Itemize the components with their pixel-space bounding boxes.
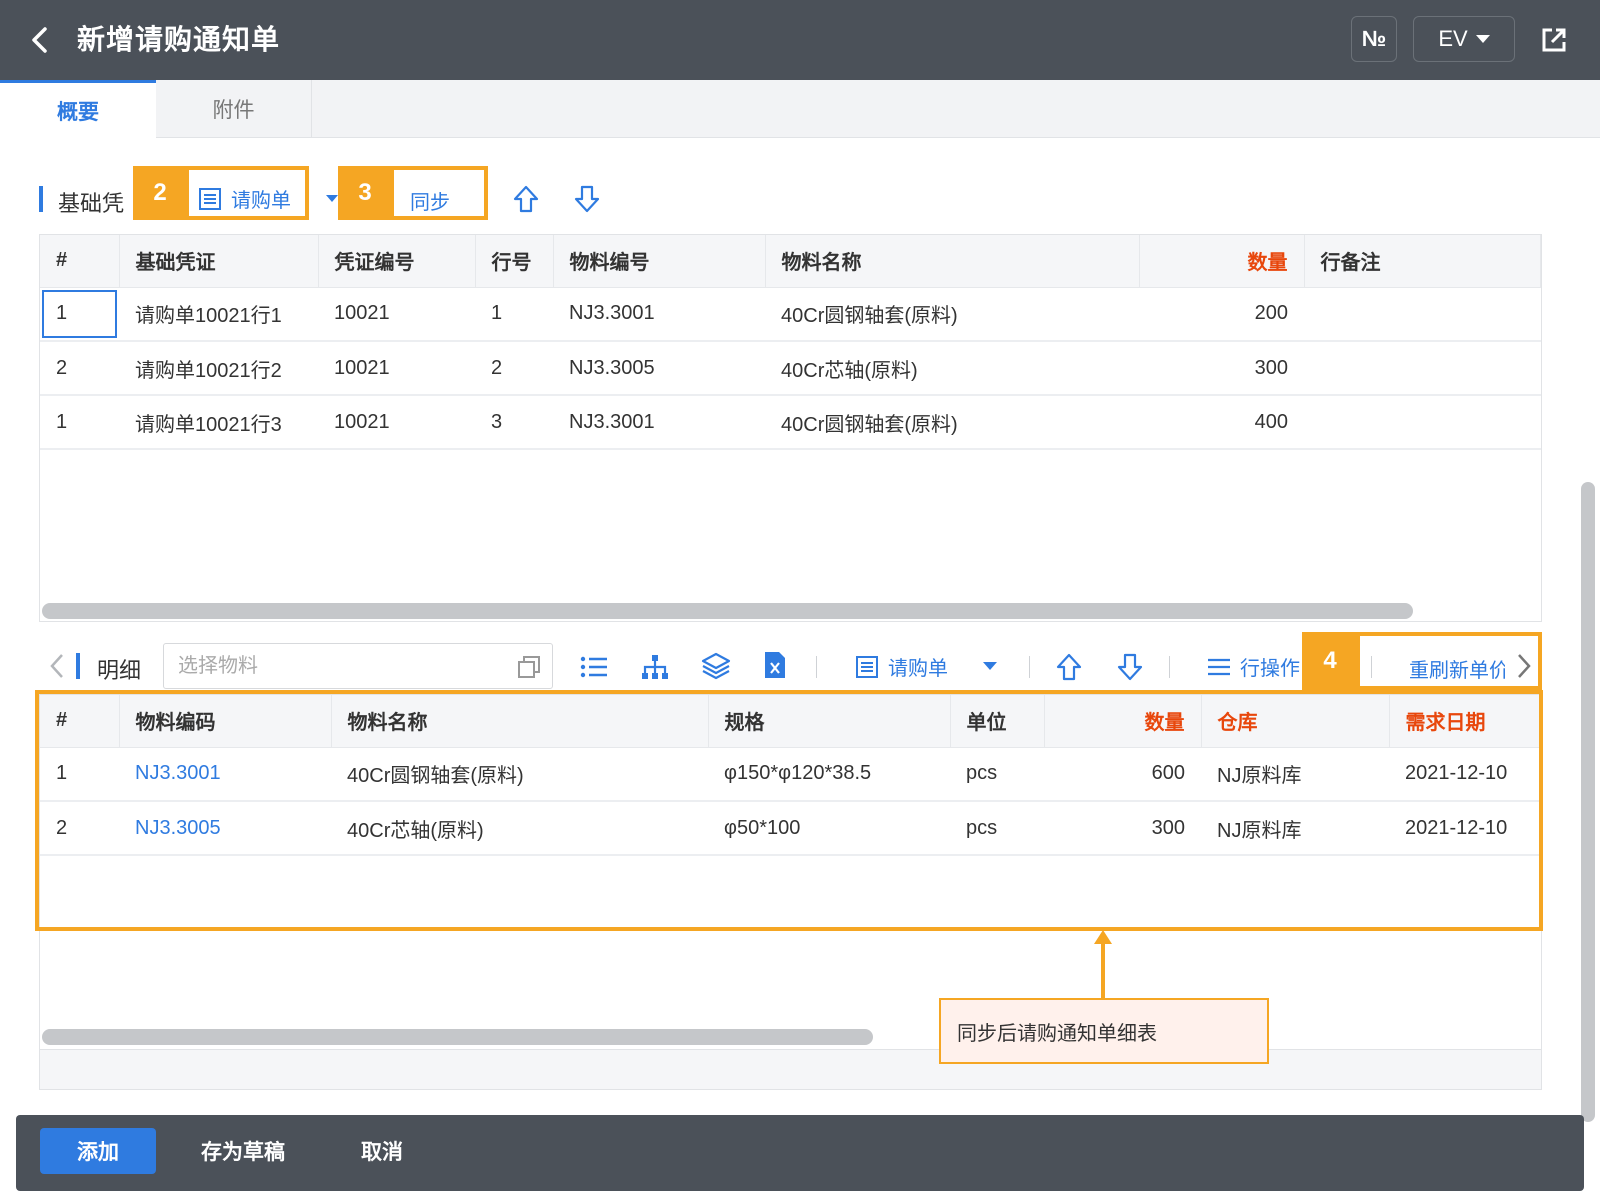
detail-purchase-req-label: 请购单 bbox=[888, 658, 948, 680]
excel-icon[interactable] bbox=[763, 650, 787, 680]
detail-move-down-icon[interactable] bbox=[1116, 652, 1144, 682]
toolbar-divider bbox=[816, 656, 817, 678]
purchase-req-button[interactable]: 请购单 bbox=[197, 184, 291, 213]
col-header: 行号 bbox=[475, 235, 554, 288]
chevron-down-icon[interactable] bbox=[983, 661, 997, 671]
layers-icon[interactable] bbox=[701, 651, 731, 681]
toolbar-divider bbox=[1029, 656, 1030, 678]
move-up-icon[interactable] bbox=[512, 184, 540, 214]
table-cell[interactable]: 40Cr圆钢轴套(原料) bbox=[765, 287, 1139, 342]
row-ops-label: 行操作 bbox=[1240, 658, 1300, 680]
table-cell[interactable]: 请购单10021行1 bbox=[119, 287, 318, 342]
row-ops-button[interactable]: 行操作 bbox=[1206, 652, 1302, 681]
table-row[interactable]: 1 请购单10021行3 10021 3 NJ3.3001 40Cr圆钢轴套(原… bbox=[40, 395, 1541, 450]
section-marker bbox=[39, 186, 43, 212]
table-cell[interactable]: 1 bbox=[475, 287, 553, 342]
table-cell[interactable]: 400 bbox=[1139, 395, 1304, 450]
app-header: 新增请购通知单 № EV bbox=[0, 0, 1600, 80]
annotation-arrow-line bbox=[1101, 940, 1105, 998]
table-footer-strip bbox=[40, 1049, 1541, 1089]
tab-overview[interactable]: 概要 bbox=[0, 80, 156, 138]
scroll-left-icon[interactable] bbox=[48, 652, 66, 680]
col-header: 物料编号 bbox=[553, 235, 766, 288]
refresh-price-label: 重刷新单价 bbox=[1409, 660, 1505, 682]
material-search[interactable] bbox=[163, 643, 553, 689]
refresh-price-button[interactable]: 重刷新单价 bbox=[1409, 654, 1505, 683]
back-arrow-icon[interactable] bbox=[26, 26, 54, 54]
table-cell[interactable]: 40Cr圆钢轴套(原料) bbox=[765, 395, 1139, 450]
purchase-req-label: 请购单 bbox=[231, 190, 291, 212]
document-number-button[interactable]: № bbox=[1351, 16, 1397, 62]
add-button[interactable]: 添加 bbox=[40, 1128, 156, 1174]
table-cell[interactable]: 3 bbox=[475, 395, 553, 450]
page-title: 新增请购通知单 bbox=[77, 24, 281, 55]
detail-table-highlight bbox=[35, 690, 1543, 931]
section-title-basis: 基础凭 bbox=[58, 191, 125, 216]
table-cell[interactable]: 10021 bbox=[318, 341, 475, 396]
row-index-cell[interactable]: 1 bbox=[40, 287, 119, 342]
tab-bar: 概要 附件 bbox=[0, 80, 1600, 138]
table-cell[interactable]: 2 bbox=[40, 341, 119, 396]
table-cell[interactable]: 300 bbox=[1139, 341, 1304, 396]
list-doc-icon bbox=[856, 655, 878, 678]
table-cell[interactable]: 1 bbox=[40, 395, 119, 450]
share-export-icon[interactable] bbox=[1539, 25, 1569, 55]
detail-move-up-icon[interactable] bbox=[1055, 652, 1083, 682]
save-draft-button[interactable]: 存为草稿 bbox=[187, 1128, 299, 1174]
table-cell[interactable]: 10021 bbox=[318, 287, 475, 342]
horizontal-scrollbar[interactable] bbox=[42, 1029, 873, 1045]
table-cell[interactable] bbox=[1304, 395, 1541, 450]
table-row[interactable]: 1 请购单10021行1 10021 1 NJ3.3001 40Cr圆钢轴套(原… bbox=[40, 287, 1541, 342]
col-header: 凭证编号 bbox=[318, 235, 476, 288]
table-cell[interactable]: 10021 bbox=[318, 395, 475, 450]
section-marker bbox=[76, 653, 80, 679]
list-icon[interactable] bbox=[579, 653, 609, 681]
table-row[interactable]: 2 请购单10021行2 10021 2 NJ3.3005 40Cr芯轴(原料)… bbox=[40, 341, 1541, 396]
language-label: EV bbox=[1438, 26, 1468, 51]
callout-2: 2 bbox=[133, 166, 187, 220]
callout-3: 3 bbox=[338, 166, 392, 220]
sync-button[interactable]: 同步 bbox=[410, 186, 450, 215]
basis-table: # 基础凭证 凭证编号 行号 物料编号 物料名称 数量 行备注 1 请购单100… bbox=[39, 234, 1542, 622]
detail-purchase-req-button[interactable]: 请购单 bbox=[854, 652, 948, 681]
cancel-button[interactable]: 取消 bbox=[342, 1128, 422, 1174]
annotation-note: 同步后请购通知单细表 bbox=[939, 998, 1269, 1064]
vertical-scrollbar[interactable] bbox=[1581, 482, 1595, 1122]
language-dropdown[interactable]: EV bbox=[1413, 16, 1515, 62]
move-down-icon[interactable] bbox=[573, 184, 601, 214]
table-cell[interactable]: NJ3.3001 bbox=[553, 287, 765, 342]
copy-icon[interactable] bbox=[516, 654, 542, 680]
table-cell[interactable]: 200 bbox=[1139, 287, 1304, 342]
table-header-row: # 基础凭证 凭证编号 行号 物料编号 物料名称 数量 行备注 bbox=[40, 235, 1541, 288]
col-header: # bbox=[40, 235, 120, 288]
toolbar-divider bbox=[1169, 656, 1170, 678]
menu-icon bbox=[1208, 658, 1230, 675]
table-cell[interactable]: NJ3.3005 bbox=[553, 341, 765, 396]
section-title-detail: 明细 bbox=[97, 658, 142, 683]
footer-action-bar: 添加 存为草稿 取消 bbox=[16, 1115, 1584, 1191]
cell-focus-outline bbox=[42, 289, 117, 338]
table-cell[interactable]: 40Cr芯轴(原料) bbox=[765, 341, 1139, 396]
col-header: 物料名称 bbox=[765, 235, 1140, 288]
table-cell[interactable] bbox=[1304, 341, 1541, 396]
purchase-req-dropdown-icon[interactable] bbox=[326, 193, 338, 203]
table-cell[interactable]: 请购单10021行3 bbox=[119, 395, 318, 450]
table-cell[interactable]: 请购单10021行2 bbox=[119, 341, 318, 396]
col-header: 基础凭证 bbox=[119, 235, 319, 288]
col-header: 行备注 bbox=[1304, 235, 1541, 288]
tab-attachments[interactable]: 附件 bbox=[156, 80, 312, 138]
material-search-input[interactable] bbox=[164, 644, 494, 688]
list-doc-icon bbox=[199, 187, 221, 210]
table-cell[interactable]: 2 bbox=[475, 341, 553, 396]
table-cell[interactable] bbox=[1304, 287, 1541, 342]
hierarchy-icon[interactable] bbox=[640, 652, 670, 682]
table-cell[interactable]: NJ3.3001 bbox=[553, 395, 765, 450]
col-header-quantity: 数量 bbox=[1139, 235, 1305, 288]
toolbar-divider bbox=[1371, 656, 1372, 678]
horizontal-scrollbar[interactable] bbox=[42, 603, 1413, 619]
chevron-down-icon bbox=[1475, 35, 1490, 43]
scroll-right-icon[interactable] bbox=[1515, 652, 1533, 680]
callout-4: 4 bbox=[1302, 632, 1358, 690]
